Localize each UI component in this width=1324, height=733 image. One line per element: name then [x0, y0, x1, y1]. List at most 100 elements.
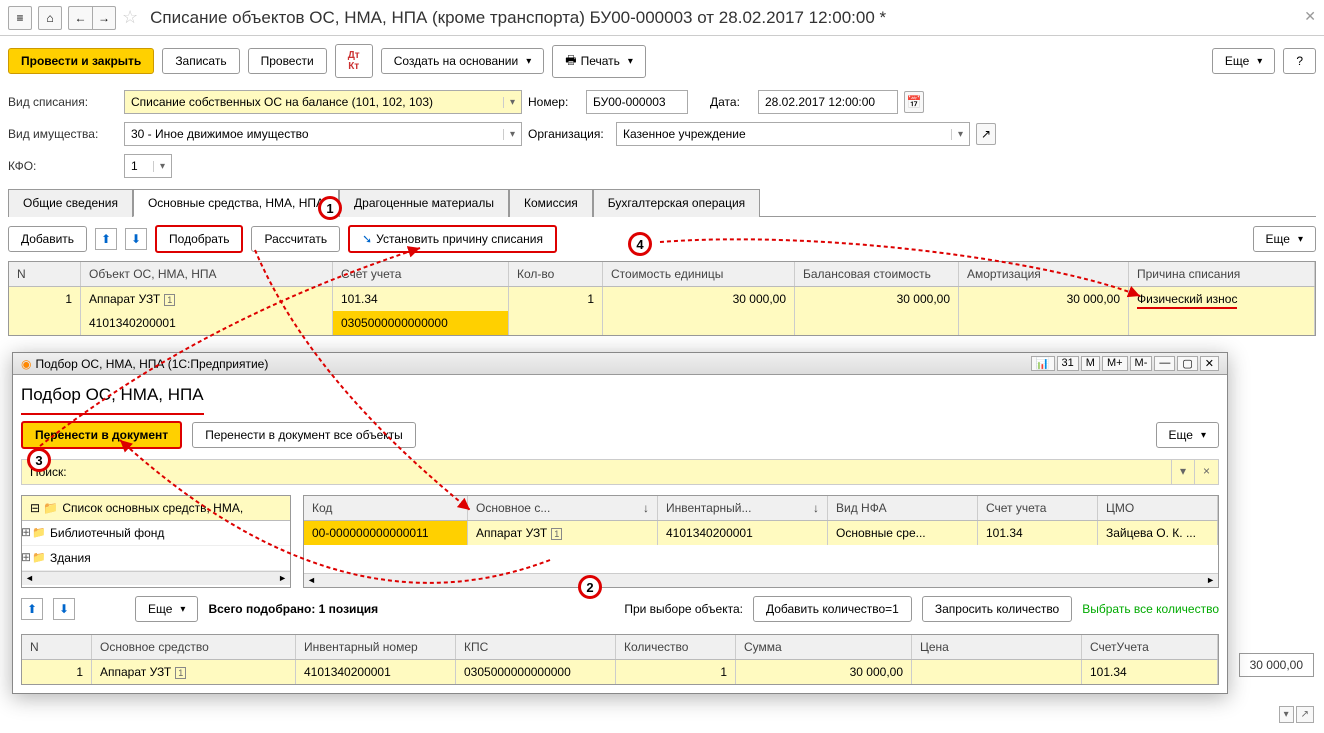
col-obj: Объект ОС, НМА, НПА — [81, 262, 333, 286]
mminus-icon[interactable]: M- — [1130, 356, 1153, 371]
kfo-select[interactable]: 1▾ — [124, 154, 172, 178]
col-reason: Причина списания — [1129, 262, 1315, 286]
marker-1: 1 — [318, 196, 342, 220]
footer-total: 30 000,00 — [1239, 653, 1314, 677]
date-label: Дата: — [710, 95, 752, 109]
calc-icon[interactable]: 📊 — [1031, 356, 1055, 371]
picked-table: N Основное средство Инвентарный номер КП… — [21, 634, 1219, 685]
blue-arrow-icon: ➘ — [362, 232, 372, 246]
table-row[interactable]: 1 Аппарат УЗТ1 101.34 1 30 000,00 30 000… — [9, 287, 1315, 311]
printer-icon: 🖶 — [565, 51, 576, 72]
search-dd-icon[interactable]: ▾ — [1171, 460, 1194, 484]
prop-label: Вид имущества: — [8, 127, 118, 141]
col-unit: Стоимость единицы — [603, 262, 795, 286]
tab-general[interactable]: Общие сведения — [8, 189, 133, 217]
search-input[interactable] — [71, 460, 1171, 484]
card-icon: 1 — [551, 528, 562, 540]
transfer-button[interactable]: Перенести в документ — [21, 421, 182, 449]
move-down-icon[interactable]: ⬇ — [125, 228, 147, 250]
col-qty: Кол-во — [509, 262, 603, 286]
tree-panel: ⊟ 📁Список основных средств, НМА, ⊞Библио… — [21, 495, 291, 588]
marker-4: 4 — [628, 232, 652, 256]
ft-open-icon[interactable]: ↗ — [1296, 706, 1314, 723]
back-icon[interactable]: ← — [68, 6, 92, 30]
calendar-icon[interactable]: 📅 — [904, 91, 924, 113]
sub-more-button[interactable]: Еще — [1253, 226, 1316, 252]
type-select[interactable]: Списание собственных ОС на балансе (101,… — [124, 90, 522, 114]
transfer-all-button[interactable]: Перенести в документ все объекты — [192, 422, 416, 448]
more-button[interactable]: Еще — [1212, 48, 1275, 74]
page-title: Списание объектов ОС, НМА, НПА (кроме тр… — [150, 8, 886, 28]
m-icon[interactable]: M — [1081, 356, 1100, 371]
save-button[interactable]: Записать — [162, 48, 239, 74]
col-bal: Балансовая стоимость — [795, 262, 959, 286]
marker-2: 2 — [578, 575, 602, 599]
fwd-icon[interactable]: → — [92, 6, 116, 30]
number-field[interactable]: БУ00-000003 — [586, 90, 688, 114]
main-table: N Объект ОС, НМА, НПА Счет учета Кол-во … — [8, 261, 1316, 336]
tab-strip: Общие сведения Основные средства, НМА, Н… — [8, 188, 1316, 217]
move-up-icon[interactable]: ⬆ — [95, 228, 117, 250]
star-icon[interactable]: ☆ — [122, 7, 138, 28]
dlg-more-button[interactable]: Еще — [1156, 422, 1219, 448]
number-label: Номер: — [528, 95, 580, 109]
print-button[interactable]: 🖶Печать — [552, 45, 646, 78]
app-badge-icon: ◉ — [21, 357, 31, 371]
dialog-wintitle: Подбор ОС, НМА, НПА (1С:Предприятие) — [35, 357, 268, 371]
close-icon[interactable]: ✕ — [1304, 8, 1316, 25]
dialog-title: Подбор ОС, НМА, НПА — [21, 383, 204, 415]
card-icon: 1 — [164, 294, 175, 306]
post-close-button[interactable]: Провести и закрыть — [8, 48, 154, 74]
tab-commission[interactable]: Комиссия — [509, 189, 593, 217]
list-row[interactable]: 00-000000000000011 Аппарат УЗТ1 41013402… — [304, 521, 1218, 545]
tab-os[interactable]: Основные средства, НМА, НПА — [133, 189, 339, 217]
tab-metals[interactable]: Драгоценные материалы — [339, 189, 509, 217]
footer-controls: ▾ ↗ — [1279, 706, 1314, 723]
post-button[interactable]: Провести — [248, 48, 327, 74]
pick-dialog: ◉ Подбор ОС, НМА, НПА (1С:Предприятие) 📊… — [12, 352, 1228, 694]
date-field[interactable]: 28.02.2017 12:00:00 — [758, 90, 898, 114]
bot-down-icon[interactable]: ⬇ — [53, 598, 75, 620]
search-row: Поиск: ▾ × — [21, 459, 1219, 485]
org-select[interactable]: Казенное учреждение▾ — [616, 122, 970, 146]
type-label: Вид списания: — [8, 95, 118, 109]
pick-button[interactable]: Подобрать — [155, 225, 243, 253]
create-based-button[interactable]: Создать на основании — [381, 48, 545, 74]
search-clear-icon[interactable]: × — [1194, 460, 1218, 484]
picked-label: Всего подобрано: 1 позиция — [208, 602, 378, 616]
mplus-icon[interactable]: M+ — [1102, 356, 1128, 371]
bot-up-icon[interactable]: ⬆ — [21, 598, 43, 620]
menu-icon[interactable]: ≡ — [8, 6, 32, 30]
dtkt-button[interactable]: ДтКт — [335, 44, 373, 78]
kfo-label: КФО: — [8, 159, 118, 173]
prop-select[interactable]: 30 - Иное движимое имущество▾ — [124, 122, 522, 146]
tree-item[interactable]: ⊞Здания — [22, 546, 290, 571]
cal-icon[interactable]: 31 — [1057, 356, 1079, 371]
select-list: Код Основное с... ↓ Инвентарный... ↓ Вид… — [303, 495, 1219, 588]
org-label: Организация: — [528, 127, 610, 141]
list-hscroll[interactable] — [304, 573, 1218, 587]
add-qty1-button[interactable]: Добавить количество=1 — [753, 596, 912, 622]
tree-item[interactable]: ⊞Библиотечный фонд — [22, 521, 290, 546]
on-select-label: При выборе объекта: — [624, 602, 743, 616]
help-button[interactable]: ? — [1283, 48, 1316, 74]
add-button[interactable]: Добавить — [8, 226, 87, 252]
calc-button[interactable]: Рассчитать — [251, 226, 340, 252]
select-all-qty-link[interactable]: Выбрать все количество — [1082, 602, 1219, 616]
tree-hscroll[interactable] — [22, 571, 290, 585]
set-reason-button[interactable]: ➘ Установить причину списания — [348, 225, 557, 253]
picked-row[interactable]: 1 Аппарат УЗТ1 4101340200001 03050000000… — [22, 660, 1218, 684]
dlg-close-icon[interactable]: ✕ — [1200, 356, 1219, 371]
col-amort: Амортизация — [959, 262, 1129, 286]
bot-more-button[interactable]: Еще — [135, 596, 198, 622]
ask-qty-button[interactable]: Запросить количество — [922, 596, 1072, 622]
col-n: N — [9, 262, 81, 286]
max-icon[interactable]: ▢ — [1177, 356, 1197, 371]
min-icon[interactable]: — — [1154, 356, 1175, 371]
tab-accounting[interactable]: Бухгалтерская операция — [593, 189, 760, 217]
home-icon[interactable]: ⌂ — [38, 6, 62, 30]
org-open-icon[interactable]: ↗ — [976, 123, 996, 145]
table-row[interactable]: 4101340200001 0305000000000000 — [9, 311, 1315, 335]
ft-dd-icon[interactable]: ▾ — [1279, 706, 1294, 723]
card-icon: 1 — [175, 667, 186, 679]
